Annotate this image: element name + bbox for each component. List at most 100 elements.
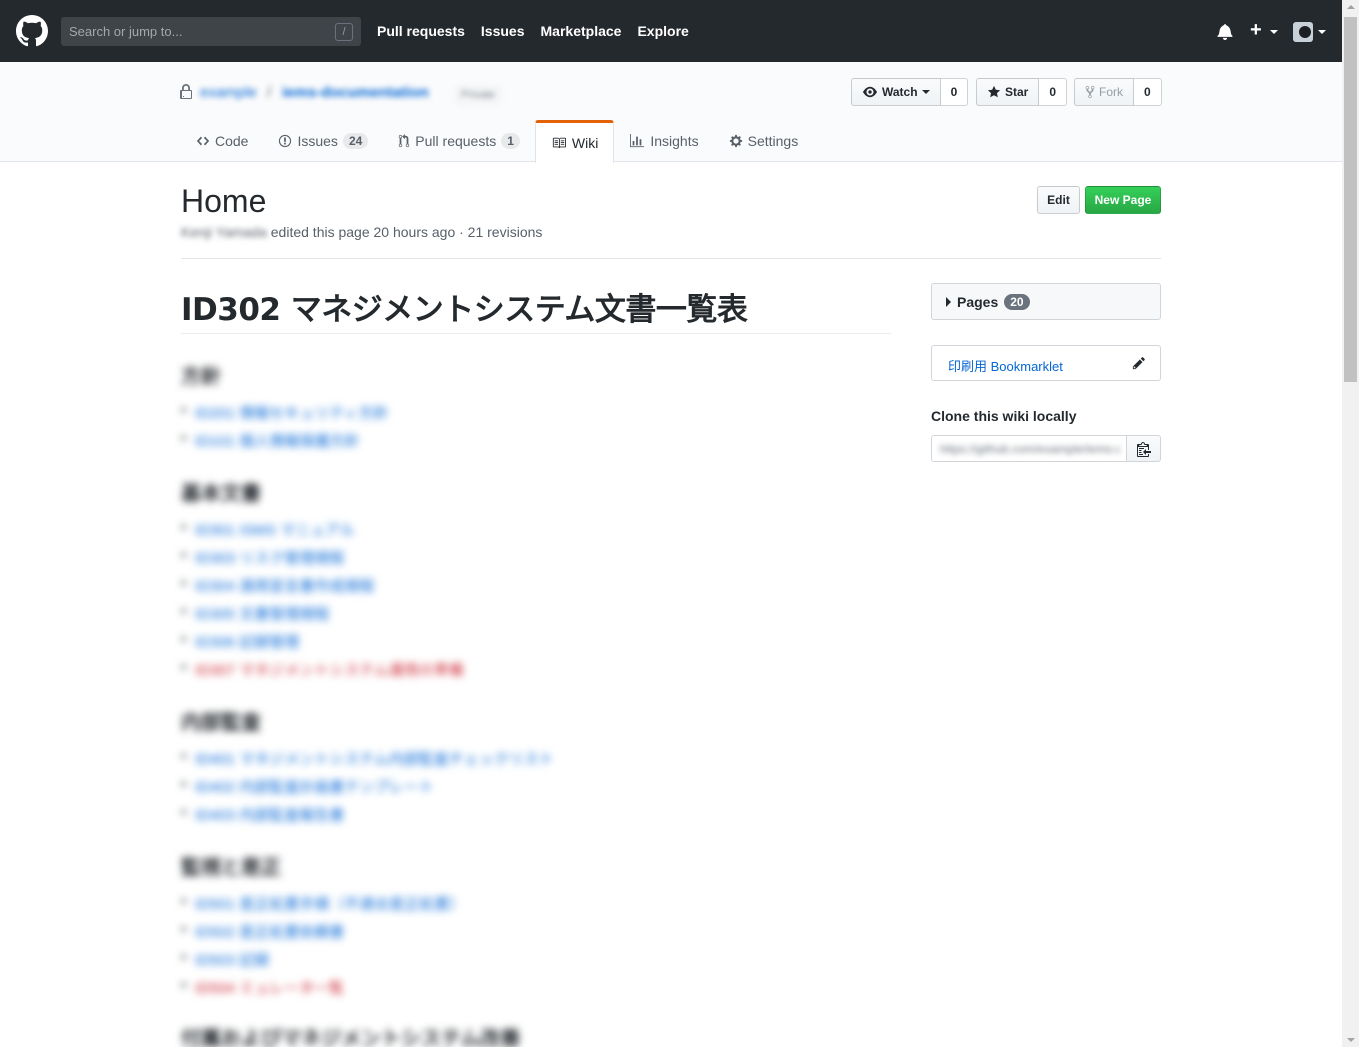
repo-name-link[interactable]: iems-documentation [282, 84, 429, 101]
scroll-up-arrow-icon[interactable] [1347, 5, 1355, 9]
edit-button[interactable]: Edit [1037, 186, 1080, 214]
nav-issues[interactable]: Issues [481, 23, 525, 39]
page-scrollbar[interactable] [1342, 0, 1359, 1047]
fork-count[interactable]: 0 [1134, 78, 1162, 106]
wiki-link[interactable]: ID304 適用宣言書作成規程 [181, 575, 374, 596]
clone-wiki-title: Clone this wiki locally [931, 408, 1077, 424]
pull-requests-counter: 1 [501, 133, 520, 149]
fork-icon [1085, 85, 1095, 99]
repo-path-separator: / [267, 84, 272, 101]
user-avatar[interactable] [1293, 22, 1313, 42]
repo-header: example / iems-documentation Private Wat… [0, 62, 1342, 163]
star-label: Star [1005, 85, 1029, 99]
search-placeholder: Search or jump to... [69, 24, 183, 39]
pages-label: Pages [957, 293, 999, 310]
tab-settings-label: Settings [747, 133, 799, 149]
page-title: Home [181, 183, 267, 219]
triangle-right-icon [946, 296, 951, 307]
wiki-link[interactable]: ID502 是正処置依頼書 [181, 921, 344, 942]
wiki-link[interactable]: ID403 内部監査報告書 [181, 804, 344, 825]
fork-group: Fork 0 [1074, 78, 1162, 106]
tab-pull-requests-label: Pull requests [415, 133, 497, 149]
issue-icon [279, 134, 292, 148]
page-edit-info[interactable]: edited this page 20 hours ago · 21 revis… [271, 224, 543, 240]
wiki-link[interactable]: ID305 文書管理規程 [181, 603, 329, 624]
new-page-button[interactable]: New Page [1085, 186, 1161, 214]
nav-explore[interactable]: Explore [637, 23, 688, 39]
wiki-link-missing[interactable]: ID307 マネジメントシステム運用の準備 [181, 659, 464, 680]
gear-icon [729, 134, 742, 148]
eye-icon [863, 86, 877, 98]
lock-icon [180, 84, 192, 99]
wiki-link[interactable]: ID501 是正処置手順（不適合是正処置） [181, 893, 464, 914]
nav-marketplace[interactable]: Marketplace [541, 23, 622, 39]
section-heading: 内部監査 [181, 712, 261, 734]
github-logo-icon[interactable] [16, 15, 48, 47]
wiki-link[interactable]: ID503 記録 [181, 949, 269, 970]
issues-counter: 24 [342, 133, 369, 149]
wiki-heading: ID302 マネジメントシステム文書一覧表 [181, 292, 748, 328]
section-heading: 方針 [181, 366, 221, 388]
wiki-link[interactable]: ID101 個人情報保護方針 [181, 430, 359, 451]
tab-insights[interactable]: Insights [614, 120, 713, 162]
page-author[interactable]: Kenji Yamada [181, 224, 267, 240]
book-icon [552, 137, 566, 149]
repo-tabs: Code Issues 24 Pull requests 1 Wiki Insi… [181, 120, 814, 163]
wiki-link[interactable]: ID301 ISMS マニュアル [181, 519, 355, 540]
nav-pull-requests[interactable]: Pull requests [377, 23, 465, 39]
custom-sidebar: 印刷用 Bookmarklet [931, 345, 1161, 381]
clone-url-value: https://github.com/example/iems-document… [940, 442, 1120, 456]
search-shortcut-hint: / [335, 23, 353, 41]
global-header: Search or jump to... / Pull requests Iss… [0, 0, 1342, 62]
tab-code[interactable]: Code [181, 120, 263, 162]
wiki-link-missing[interactable]: ID504 ミュレータ一覧 [181, 977, 344, 998]
section-heading: 基本文書 [181, 483, 261, 505]
bookmarklet-link[interactable]: 印刷用 Bookmarklet [948, 356, 1063, 375]
repo-owner-link[interactable]: example [200, 84, 257, 101]
pages-toggle[interactable]: Pages 20 [931, 283, 1161, 320]
page-meta: Kenji Yamada edited this page 20 hours a… [181, 224, 542, 240]
wiki-link[interactable]: ID306 記録管理 [181, 631, 299, 652]
scrollbar-thumb[interactable] [1344, 17, 1357, 382]
clippy-icon [1137, 442, 1151, 457]
wiki-link[interactable]: ID303 リスク管理規程 [181, 547, 344, 568]
tab-issues[interactable]: Issues 24 [263, 120, 383, 162]
pull-request-icon [399, 134, 410, 148]
header-nav: Pull requests Issues Marketplace Explore [377, 0, 689, 62]
fork-label: Fork [1099, 85, 1123, 99]
clone-url-input[interactable]: https://github.com/example/iems-document… [931, 435, 1127, 462]
tab-issues-label: Issues [297, 133, 338, 149]
pencil-icon[interactable] [1132, 356, 1146, 370]
graph-icon [630, 134, 645, 148]
divider [181, 258, 1161, 259]
star-count[interactable]: 0 [1039, 78, 1068, 106]
watch-caret-icon [921, 90, 930, 94]
watch-count[interactable]: 0 [940, 78, 969, 106]
heading-rule [181, 333, 891, 334]
search-input[interactable]: Search or jump to... / [61, 17, 361, 46]
fork-button[interactable]: Fork [1074, 78, 1134, 106]
copy-url-button[interactable] [1126, 435, 1161, 462]
tab-wiki-label: Wiki [571, 135, 599, 151]
pages-count-badge: 20 [1004, 293, 1030, 310]
wiki-link[interactable]: ID402 内部監査計画書テンプレート [181, 776, 434, 797]
wiki-link[interactable]: ID401 マネジメントシステム内部監査チェックリスト [181, 748, 554, 769]
section-heading: 付属およびマネジメントシステム改善 [181, 1028, 521, 1047]
tab-wiki[interactable]: Wiki [534, 120, 615, 163]
notification-bell-icon[interactable] [1217, 23, 1233, 40]
tab-settings[interactable]: Settings [714, 120, 814, 162]
create-caret-icon[interactable] [1270, 30, 1278, 34]
create-new-icon[interactable]: + [1250, 19, 1262, 42]
watch-button[interactable]: Watch [851, 78, 941, 106]
tab-pull-requests[interactable]: Pull requests 1 [383, 120, 535, 162]
star-group: Star 0 [976, 78, 1068, 106]
watch-label: Watch [882, 85, 918, 99]
scroll-down-arrow-icon[interactable] [1347, 1038, 1355, 1042]
star-button[interactable]: Star [976, 78, 1040, 106]
tab-code-label: Code [215, 133, 249, 149]
code-icon [196, 136, 210, 146]
private-badge: Private [456, 87, 500, 104]
avatar-caret-icon[interactable] [1318, 30, 1326, 34]
wiki-link[interactable]: ID201 情報セキュリティ方針 [181, 402, 388, 423]
tab-insights-label: Insights [650, 133, 699, 149]
